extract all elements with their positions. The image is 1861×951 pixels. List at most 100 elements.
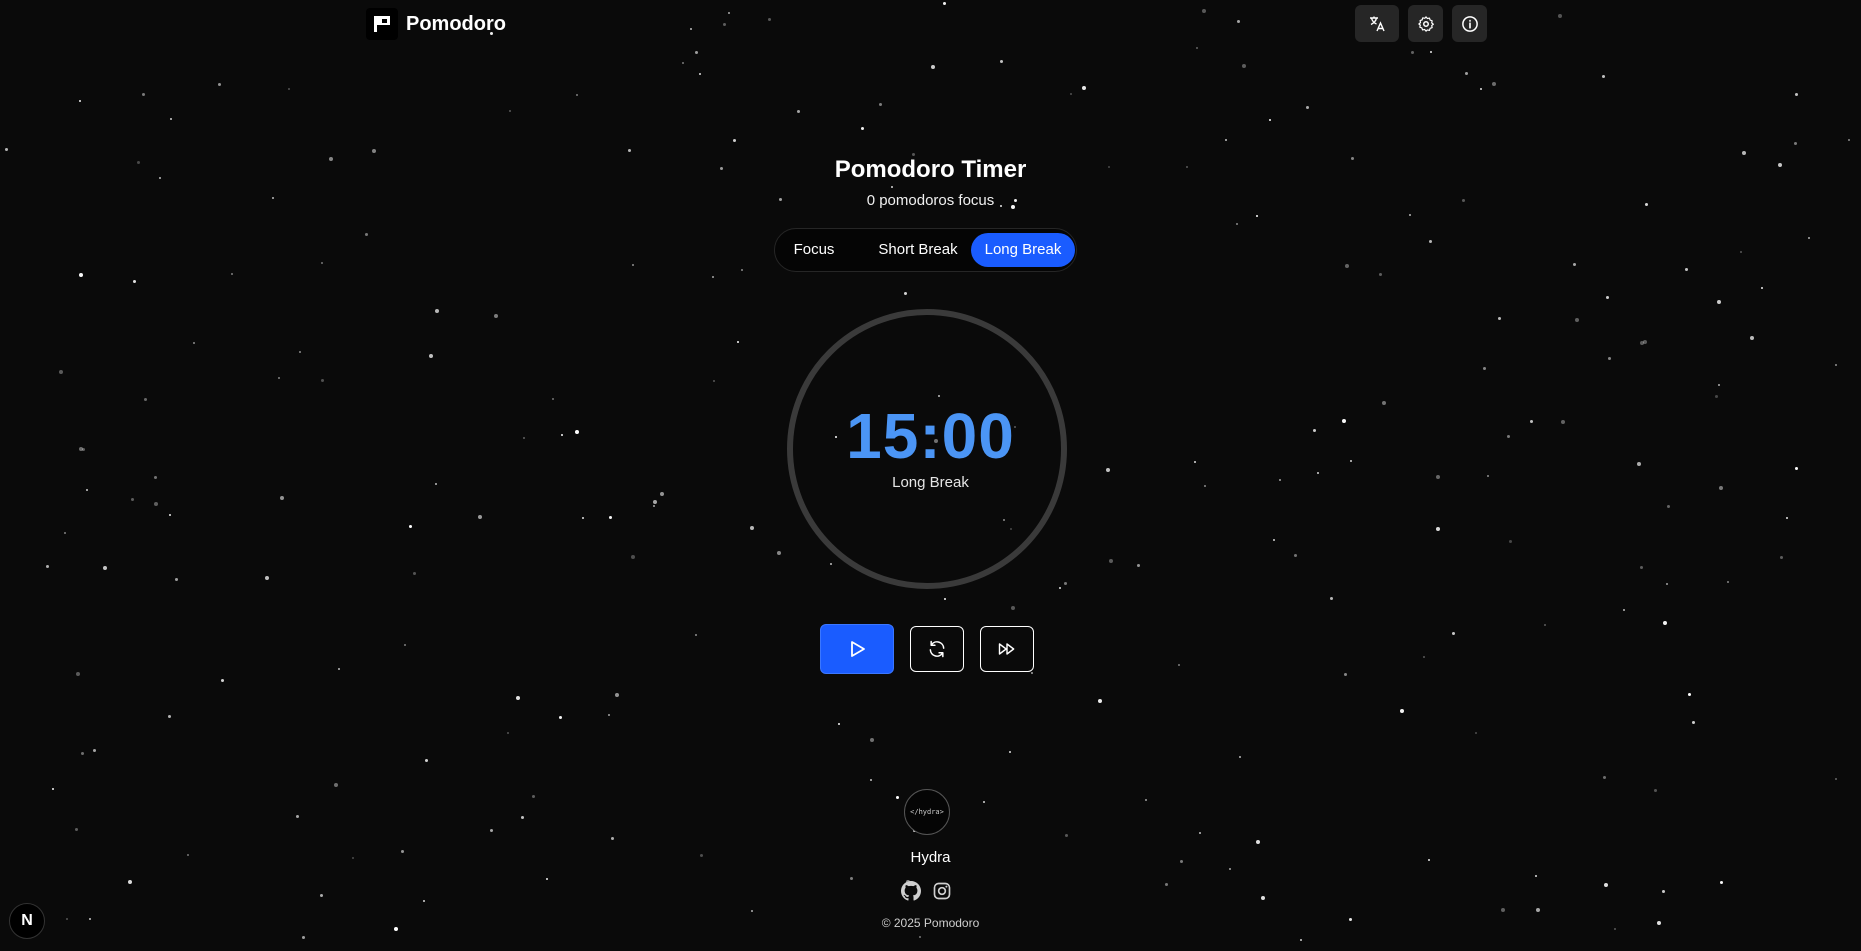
instagram-link[interactable]: [931, 880, 952, 901]
star: [695, 51, 698, 54]
star: [682, 62, 684, 64]
star: [321, 379, 324, 382]
star: [1654, 789, 1657, 792]
brand[interactable]: Pomodoro: [366, 8, 506, 40]
star: [494, 314, 498, 318]
star: [334, 783, 338, 787]
github-link[interactable]: [900, 880, 921, 901]
star: [532, 795, 535, 798]
star: [1379, 273, 1382, 276]
star: [509, 110, 511, 112]
star: [861, 127, 864, 130]
star: [321, 262, 323, 264]
star: [1199, 832, 1201, 834]
star: [1623, 609, 1625, 611]
star: [1715, 395, 1718, 398]
translate-icon: [1370, 16, 1385, 31]
star: [1688, 693, 1691, 696]
star: [79, 100, 81, 102]
avatar[interactable]: </hydra>: [904, 789, 950, 835]
pomodoro-logo-icon: [366, 8, 398, 40]
skip-button[interactable]: [980, 626, 1034, 672]
star: [1242, 64, 1246, 68]
tab-focus[interactable]: Focus: [789, 233, 839, 267]
star: [169, 514, 171, 516]
star: [896, 796, 899, 799]
pomodoro-count: 0 pomodoros focus: [866, 192, 995, 209]
star: [713, 380, 715, 382]
star: [1400, 709, 1404, 713]
star: [1465, 72, 1468, 75]
star: [750, 526, 754, 530]
star: [1145, 799, 1147, 801]
star: [1256, 215, 1258, 217]
star: [1430, 51, 1432, 53]
star: [1423, 656, 1425, 658]
star: [695, 634, 697, 636]
star: [1740, 251, 1742, 253]
star: [931, 65, 935, 69]
info-icon: [1461, 15, 1478, 32]
star: [632, 264, 634, 266]
star: [1065, 834, 1068, 837]
star: [133, 280, 136, 283]
star: [1300, 939, 1302, 941]
author-name: Hydra: [910, 849, 951, 866]
play-button[interactable]: [820, 624, 894, 674]
star: [435, 309, 439, 313]
star: [296, 815, 299, 818]
star: [1498, 317, 1501, 320]
star: [944, 598, 946, 600]
language-button[interactable]: [1355, 5, 1399, 42]
star: [891, 186, 893, 188]
star: [1082, 86, 1086, 90]
star: [1261, 896, 1265, 900]
star: [1239, 756, 1241, 758]
star: [1031, 672, 1033, 674]
tab-long-break[interactable]: Long Break: [971, 233, 1075, 267]
star: [1535, 875, 1537, 877]
star: [559, 716, 562, 719]
instagram-icon: [933, 882, 950, 899]
info-button[interactable]: [1452, 5, 1487, 42]
star: [299, 351, 301, 353]
star: [582, 517, 584, 519]
star: [170, 118, 172, 120]
star: [1666, 583, 1668, 585]
github-icon: [900, 880, 921, 901]
star: [1269, 119, 1271, 121]
star: [1064, 582, 1067, 585]
star: [507, 732, 509, 734]
star: [1178, 664, 1180, 666]
star: [1573, 263, 1576, 266]
n-badge-button[interactable]: N: [9, 903, 45, 939]
star: [413, 572, 416, 575]
star: [608, 714, 610, 716]
settings-button[interactable]: [1408, 5, 1443, 42]
star: [76, 672, 80, 676]
star: [1575, 318, 1579, 322]
star: [1835, 364, 1837, 366]
star: [1717, 300, 1721, 304]
star: [193, 342, 195, 344]
star: [615, 693, 619, 697]
star: [1475, 732, 1477, 734]
star: [576, 94, 578, 96]
star: [1492, 82, 1496, 86]
star: [365, 233, 368, 236]
star: [879, 103, 882, 106]
star: [231, 273, 233, 275]
star: [870, 779, 872, 781]
star: [777, 551, 781, 555]
star: [712, 276, 714, 278]
reset-button[interactable]: [910, 626, 964, 672]
star: [280, 496, 284, 500]
star: [1070, 93, 1072, 95]
star: [1643, 340, 1647, 344]
star: [52, 788, 54, 790]
star: [1761, 287, 1763, 289]
star: [131, 498, 134, 501]
star: [1662, 890, 1665, 893]
star: [1165, 883, 1168, 886]
tab-short-break[interactable]: Short Break: [868, 233, 968, 267]
